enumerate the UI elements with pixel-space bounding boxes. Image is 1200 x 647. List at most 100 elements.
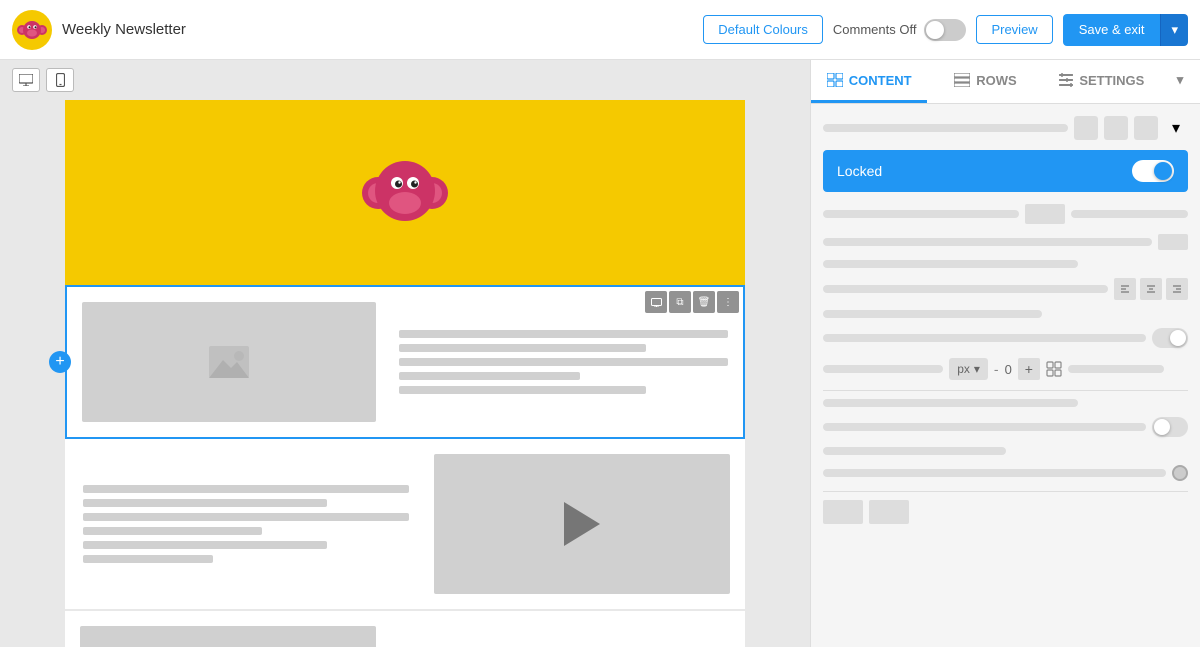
canvas-area: ⧉ 🗑 ⋮ + — [0, 60, 810, 647]
text-line-a4 — [83, 527, 262, 535]
tab-settings-label: SETTINGS — [1079, 73, 1144, 88]
sub-control-2[interactable] — [1158, 234, 1188, 250]
text-line-a5 — [83, 541, 327, 549]
text-line-5 — [399, 386, 645, 394]
stepper-bar — [823, 365, 943, 373]
panel-toggle-2-thumb — [1154, 419, 1170, 435]
row-image-text-2[interactable] — [65, 611, 745, 647]
panel-chevron[interactable]: ▾ — [1164, 116, 1188, 140]
tab-settings[interactable]: SETTINGS — [1044, 60, 1160, 103]
preview-button[interactable]: Preview — [976, 15, 1052, 44]
rows-tab-icon — [954, 73, 970, 87]
align-center-btn[interactable] — [1140, 278, 1162, 300]
panel-toggle-1-thumb — [1170, 330, 1186, 346]
block-delete-btn[interactable]: 🗑 — [693, 291, 715, 313]
mobile-view-button[interactable] — [46, 68, 74, 92]
sub-row-6 — [823, 447, 1188, 455]
row-image-text[interactable]: ⧉ 🗑 ⋮ + — [65, 285, 745, 439]
desktop-view-button[interactable] — [12, 68, 40, 92]
save-exit-button[interactable]: Save & exit — [1063, 14, 1161, 46]
panel-sq-1[interactable] — [1074, 116, 1098, 140]
block-desktop-btn[interactable] — [645, 291, 667, 313]
comments-label: Comments Off — [833, 22, 917, 37]
panel-divider-2 — [823, 491, 1188, 492]
image-placeholder[interactable] — [82, 302, 376, 422]
sub-row-5 — [823, 399, 1188, 407]
add-row-button[interactable]: + — [49, 351, 71, 373]
stepper-row: px ▾ - 0 + — [823, 358, 1188, 380]
locked-label: Locked — [837, 163, 882, 179]
sub-bar-5 — [823, 399, 1078, 407]
sub-bar-3 — [823, 260, 1078, 268]
app-logo — [12, 10, 52, 50]
stepper-plus-btn[interactable]: + — [1018, 358, 1040, 380]
radio-bar — [823, 469, 1166, 477]
stepper-chevron: ▾ — [974, 362, 980, 376]
text-line-1 — [399, 330, 728, 338]
bottom-btn-2[interactable] — [869, 500, 909, 524]
col-video-right — [419, 439, 745, 609]
panel-toggle-1[interactable] — [1152, 328, 1188, 348]
panel-toggle-2[interactable] — [1152, 417, 1188, 437]
default-colours-button[interactable]: Default Colours — [703, 15, 823, 44]
col-image-left-2 — [65, 611, 391, 647]
header-left: Weekly Newsletter — [12, 10, 186, 50]
tab-content[interactable]: CONTENT — [811, 60, 927, 103]
col-image-left — [67, 287, 391, 437]
panel-divider-1 — [823, 390, 1188, 391]
stepper-end-bar — [1068, 365, 1164, 373]
col-text-left — [65, 439, 419, 609]
text-line-2 — [399, 344, 645, 352]
panel-body: ▾ Locked — [811, 104, 1200, 647]
play-icon — [564, 502, 600, 546]
sub-bar-1b — [1071, 210, 1188, 218]
block-more-btn[interactable]: ⋮ — [717, 291, 739, 313]
content-tab-icon — [827, 73, 843, 87]
stepper-select-label: px — [957, 362, 970, 376]
sub-bar-6 — [823, 447, 1006, 455]
comments-toggle-thumb — [926, 21, 944, 39]
two-col-layout — [67, 287, 743, 437]
video-placeholder[interactable] — [434, 454, 730, 594]
logo-icon — [17, 15, 47, 45]
bottom-btn-1[interactable] — [823, 500, 863, 524]
toggle-row-2 — [823, 417, 1188, 437]
main-area: ⧉ 🗑 ⋮ + — [0, 60, 1200, 647]
locked-toggle[interactable] — [1132, 160, 1174, 182]
panel-sq-2[interactable] — [1104, 116, 1128, 140]
col-text-right-2 — [391, 611, 745, 647]
panel-sq-3[interactable] — [1134, 116, 1158, 140]
align-left-btn[interactable] — [1114, 278, 1136, 300]
sub-row-3 — [823, 260, 1188, 268]
toggle-bar-2 — [823, 423, 1146, 431]
banner-monkey-icon — [360, 148, 450, 238]
align-bar — [823, 285, 1108, 293]
bottom-btn-row — [823, 500, 1188, 524]
save-exit-dropdown[interactable]: ▾ — [1160, 14, 1188, 46]
expand-icon[interactable] — [1046, 361, 1062, 377]
align-right-btn[interactable] — [1166, 278, 1188, 300]
canvas-scroll[interactable]: ⧉ 🗑 ⋮ + — [0, 100, 810, 647]
row-text-video[interactable] — [65, 439, 745, 609]
desktop-icon — [19, 74, 33, 86]
block-copy-btn[interactable]: ⧉ — [669, 291, 691, 313]
panel-bar-1 — [823, 124, 1068, 132]
tab-rows[interactable]: ROWS — [927, 60, 1043, 103]
comments-toggle-area: Comments Off — [833, 19, 967, 41]
stepper-select[interactable]: px ▾ — [949, 358, 988, 380]
mobile-icon — [56, 73, 65, 87]
text-line-a2 — [83, 499, 327, 507]
panel-top-row: ▾ — [823, 116, 1188, 140]
sub-control-1[interactable] — [1025, 204, 1065, 224]
radio-option[interactable] — [1172, 465, 1188, 481]
comments-toggle[interactable] — [924, 19, 966, 41]
right-panel: CONTENT ROWS SETTINGS — [810, 60, 1200, 647]
image-placeholder-2[interactable] — [80, 626, 376, 647]
tab-rows-label: ROWS — [976, 73, 1016, 88]
stepper-value: 0 — [1005, 362, 1012, 377]
panel-expand-btn[interactable]: ▾ — [1160, 60, 1200, 103]
email-banner[interactable] — [65, 100, 745, 285]
panel-tabs: CONTENT ROWS SETTINGS — [811, 60, 1200, 104]
radio-row — [823, 465, 1188, 481]
text-line-a1 — [83, 485, 409, 493]
